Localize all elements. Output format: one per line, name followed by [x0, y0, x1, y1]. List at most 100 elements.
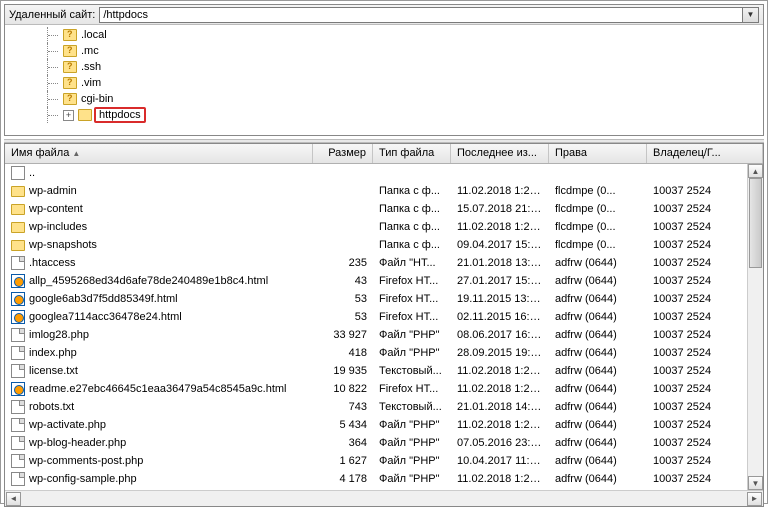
file-row[interactable]: .. — [5, 164, 763, 182]
expand-icon[interactable]: + — [63, 110, 74, 121]
scroll-up-icon[interactable]: ▲ — [748, 164, 763, 178]
file-name: .. — [29, 167, 35, 179]
file-icon — [11, 328, 25, 342]
scroll-thumb[interactable] — [749, 178, 762, 268]
tree-item[interactable]: + httpdocs — [5, 107, 763, 123]
file-row[interactable]: wp-activate.php5 434Файл "PHP"11.02.2018… — [5, 416, 763, 434]
cell-size: 743 — [313, 401, 373, 413]
cell-perm: adfrw (0644) — [549, 329, 647, 341]
cell-perm: flcdmpe (0... — [549, 221, 647, 233]
folder-tree[interactable]: .local .mc .ssh .vim cgi-bin + httpdocs — [5, 25, 763, 135]
tree-item[interactable]: .ssh — [5, 59, 763, 75]
cell-size: 53 — [313, 293, 373, 305]
file-row[interactable]: wp-config.php4 585Файл "PHP"30.11.2017 2… — [5, 488, 763, 490]
cell-date: 19.11.2015 13:2... — [451, 293, 549, 305]
cell-size: 53 — [313, 311, 373, 323]
tree-item-label: .vim — [79, 77, 103, 89]
cell-owner: 10037 2524 — [647, 257, 763, 269]
cell-perm: adfrw (0644) — [549, 383, 647, 395]
file-name: imlog28.php — [29, 329, 89, 341]
file-name: wp-config-sample.php — [29, 473, 137, 485]
tree-item[interactable]: .local — [5, 27, 763, 43]
file-row[interactable]: index.php418Файл "PHP"28.09.2015 19:1...… — [5, 344, 763, 362]
column-type[interactable]: Тип файла — [373, 144, 451, 163]
file-row[interactable]: wp-config-sample.php4 178Файл "PHP"11.02… — [5, 470, 763, 488]
file-name: google6ab3d7f5dd85349f.html — [29, 293, 178, 305]
cell-type: Папка с ф... — [373, 221, 451, 233]
tree-item[interactable]: cgi-bin — [5, 91, 763, 107]
remote-path-value: /httpdocs — [103, 9, 148, 21]
file-row[interactable]: wp-contentПапка с ф...15.07.2018 21:4...… — [5, 200, 763, 218]
file-row[interactable]: wp-includesПапка с ф...11.02.2018 1:21..… — [5, 218, 763, 236]
column-name[interactable]: Имя файла▲ — [5, 144, 313, 163]
file-row[interactable]: robots.txt743Текстовый...21.01.2018 14:2… — [5, 398, 763, 416]
file-name: robots.txt — [29, 401, 74, 413]
file-row[interactable]: wp-blog-header.php364Файл "PHP"07.05.201… — [5, 434, 763, 452]
file-row[interactable]: license.txt19 935Текстовый...11.02.2018 … — [5, 362, 763, 380]
file-name: wp-comments-post.php — [29, 455, 143, 467]
file-name: license.txt — [29, 365, 78, 377]
file-row[interactable]: .htaccess235Файл "HT...21.01.2018 13:0..… — [5, 254, 763, 272]
tree-item-label: .mc — [79, 45, 101, 57]
column-size[interactable]: Размер — [313, 144, 373, 163]
remote-path-input[interactable]: /httpdocs — [99, 7, 743, 23]
scroll-right-icon[interactable]: ► — [747, 492, 762, 506]
file-row[interactable]: wp-snapshots Папка с ф...09.04.2017 15:0.… — [5, 236, 763, 254]
tree-item[interactable]: .mc — [5, 43, 763, 59]
firefox-icon — [11, 310, 25, 324]
cell-owner: 10037 2524 — [647, 437, 763, 449]
scroll-down-icon[interactable]: ▼ — [748, 476, 763, 490]
tree-item-label: httpdocs — [94, 107, 146, 123]
cell-owner: 10037 2524 — [647, 455, 763, 467]
column-owner[interactable]: Владелец/Г... — [647, 144, 763, 163]
file-name: wp-blog-header.php — [29, 437, 126, 449]
tree-item-label: cgi-bin — [79, 93, 115, 105]
cell-owner: 10037 2524 — [647, 203, 763, 215]
file-name: wp-snapshots — [29, 239, 97, 251]
cell-perm: adfrw (0644) — [549, 365, 647, 377]
cell-owner: 10037 2524 — [647, 293, 763, 305]
column-date[interactable]: Последнее из... — [451, 144, 549, 163]
folder-icon — [78, 109, 92, 121]
file-row[interactable]: wp-comments-post.php1 627Файл "PHP"10.04… — [5, 452, 763, 470]
tree-item[interactable]: .vim — [5, 75, 763, 91]
vertical-scrollbar[interactable]: ▲ ▼ — [747, 164, 763, 490]
remote-site-label: Удаленный сайт: — [9, 9, 95, 21]
file-name: wp-content — [29, 203, 83, 215]
cell-perm: adfrw (0644) — [549, 437, 647, 449]
cell-size: 1 627 — [313, 455, 373, 467]
file-row[interactable]: readme.e27ebc46645c1eaa36479a54c8545a9c.… — [5, 380, 763, 398]
file-row[interactable]: imlog28.php33 927Файл "PHP"08.06.2017 16… — [5, 326, 763, 344]
cell-size: 19 935 — [313, 365, 373, 377]
sort-asc-icon: ▲ — [72, 149, 80, 158]
column-permissions[interactable]: Права — [549, 144, 647, 163]
scroll-left-icon[interactable]: ◄ — [6, 492, 21, 506]
cell-type: Файл "HT... — [373, 257, 451, 269]
cell-type: Папка с ф... — [373, 239, 451, 251]
cell-date: 09.04.2017 15:0... — [451, 239, 549, 251]
cell-type: Firefox HT... — [373, 293, 451, 305]
cell-type: Файл "PHP" — [373, 347, 451, 359]
cell-date: 27.01.2017 15:2... — [451, 275, 549, 287]
file-row[interactable]: googlea7114acc36478e24.html53Firefox HT.… — [5, 308, 763, 326]
cell-date: 28.09.2015 19:1... — [451, 347, 549, 359]
cell-size: 418 — [313, 347, 373, 359]
cell-perm: adfrw (0644) — [549, 311, 647, 323]
file-rows[interactable]: .. wp-adminПапка с ф...11.02.2018 1:21...… — [5, 164, 763, 490]
file-row[interactable]: allp_4595268ed34d6afe78de240489e1b8c4.ht… — [5, 272, 763, 290]
cell-owner: 10037 2524 — [647, 419, 763, 431]
path-dropdown-button[interactable]: ▼ — [743, 7, 759, 23]
file-name: .htaccess — [29, 257, 75, 269]
cell-type: Firefox HT... — [373, 275, 451, 287]
cell-owner: 10037 2524 — [647, 239, 763, 251]
tree-panel: Удаленный сайт: /httpdocs ▼ .local .mc .ss… — [4, 4, 764, 136]
cell-type: Текстовый... — [373, 365, 451, 377]
file-name: wp-includes — [29, 221, 87, 233]
cell-date: 11.02.2018 1:21... — [451, 383, 549, 395]
cell-type: Файл "PHP" — [373, 437, 451, 449]
folder-icon — [11, 222, 25, 233]
cell-owner: 10037 2524 — [647, 311, 763, 323]
file-row[interactable]: wp-adminПапка с ф...11.02.2018 1:21...fl… — [5, 182, 763, 200]
file-row[interactable]: google6ab3d7f5dd85349f.html 53Firefox HT.… — [5, 290, 763, 308]
file-icon — [11, 346, 25, 360]
